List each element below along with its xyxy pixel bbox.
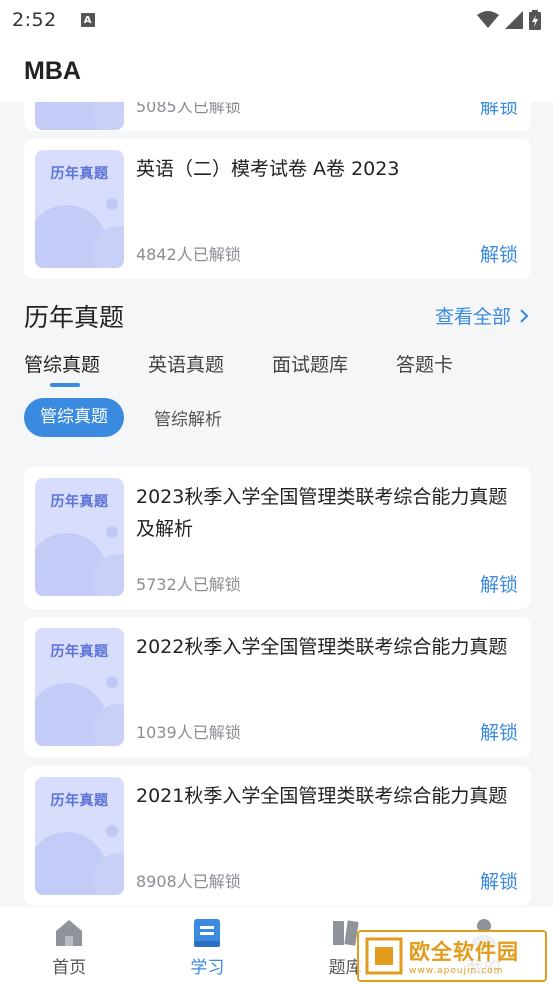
exam-card[interactable]: 历年真题 英语（二）模考试卷 A卷 2023 4842人已解锁 解锁	[24, 139, 531, 279]
chip-management-analysis[interactable]: 管综解析	[154, 405, 222, 430]
category-tabs: 管综真题 英语真题 面试题库 答题卡	[24, 350, 453, 387]
thumbnail-label: 历年真题	[50, 494, 109, 510]
tab-answer-sheet[interactable]: 答题卡	[396, 350, 453, 377]
subcategory-chips: 管综真题 管综解析	[24, 398, 222, 437]
unlock-count: 4842人已解锁	[136, 245, 241, 264]
unlock-count: 5732人已解锁	[136, 575, 241, 594]
app-title: MBA	[24, 56, 81, 85]
book-icon	[194, 919, 221, 947]
site-watermark: 欧全软件园 www.apoujin.com	[357, 930, 547, 982]
chip-management-exam[interactable]: 管综真题	[24, 398, 124, 437]
status-bar: 2:52 A	[0, 0, 553, 40]
watermark-url: www.apoujin.com	[409, 966, 504, 976]
nav-study[interactable]: 学习	[138, 907, 276, 984]
unlock-button[interactable]: 解锁	[480, 570, 518, 597]
tab-label: 面试题库	[272, 354, 349, 376]
thumbnail-label: 历年真题	[50, 793, 109, 809]
tab-interview-bank[interactable]: 面试题库	[272, 350, 348, 377]
card-thumbnail: 历年真题	[35, 150, 124, 268]
thumbnail-label: 历年真题	[50, 166, 109, 182]
active-tab-indicator	[50, 383, 80, 387]
app-header: MBA	[0, 40, 553, 102]
card-thumbnail: 历年真题	[35, 628, 124, 746]
card-thumbnail: 历年真题	[35, 777, 124, 895]
status-time: 2:52	[12, 9, 57, 31]
signal-icon	[505, 11, 523, 29]
section-title: 历年真题	[24, 303, 125, 332]
unlock-button[interactable]: 解锁	[480, 240, 518, 267]
tab-management-exam[interactable]: 管综真题	[24, 350, 101, 387]
exam-card[interactable]: 历年真题 2023秋季入学全国管理类联考综合能力真题及解析 5732人已解锁 解…	[24, 467, 531, 609]
watermark-logo-icon	[365, 937, 403, 975]
card-title: 2021秋季入学全国管理类联考综合能力真题	[136, 785, 508, 807]
chevron-right-icon	[520, 308, 529, 323]
view-all-label: 查看全部	[434, 306, 511, 328]
watermark-text: 欧全软件园	[409, 940, 519, 964]
card-thumbnail: 历年真题	[35, 478, 124, 596]
tab-label: 英语真题	[148, 354, 225, 376]
card-title: 英语（二）模考试卷 A卷 2023	[136, 158, 400, 180]
view-all-link[interactable]: 查看全部	[435, 302, 529, 329]
unlock-count: 1039人已解锁	[136, 723, 241, 742]
exam-card[interactable]: 历年真题 2021秋季入学全国管理类联考综合能力真题 8908人已解锁 解锁	[24, 766, 531, 906]
wifi-icon	[477, 11, 499, 28]
thumbnail-label: 历年真题	[50, 644, 109, 660]
battery-icon	[529, 10, 541, 30]
exam-card[interactable]: 历年真题 2022秋季入学全国管理类联考综合能力真题 1039人已解锁 解锁	[24, 617, 531, 757]
tab-label: 答题卡	[396, 354, 454, 376]
notification-icon: A	[80, 13, 95, 27]
card-title: 2022秋季入学全国管理类联考综合能力真题	[136, 636, 508, 658]
nav-label: 学习	[190, 958, 225, 978]
nav-home[interactable]: 首页	[0, 907, 138, 984]
home-icon	[56, 920, 83, 946]
tab-english-exam[interactable]: 英语真题	[148, 350, 224, 377]
nav-label: 首页	[52, 958, 87, 978]
tab-label: 管综真题	[24, 354, 101, 376]
status-indicators	[477, 10, 541, 30]
unlock-count: 8908人已解锁	[136, 872, 241, 891]
unlock-button[interactable]: 解锁	[480, 867, 518, 894]
card-title: 2023秋季入学全国管理类联考综合能力真题及解析	[136, 486, 508, 540]
unlock-button[interactable]: 解锁	[480, 718, 518, 745]
